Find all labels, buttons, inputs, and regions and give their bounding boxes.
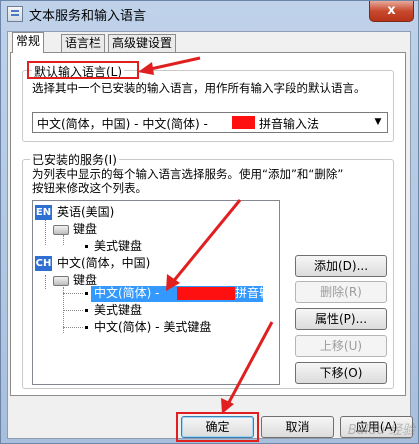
close-button[interactable]: x (369, 1, 414, 22)
tab-advanced-key-settings[interactable]: 高级键设置 (108, 34, 177, 52)
add-button[interactable]: 添加(D)... (295, 255, 387, 277)
keyboard-icon (53, 225, 69, 235)
redaction-mark (232, 116, 255, 129)
tab-language-bar[interactable]: 语言栏 (61, 34, 106, 52)
tree-item-label-suffix: 拼音输入法 (235, 286, 279, 300)
tree-item-label: 英语(美国) (57, 205, 115, 219)
chevron-down-icon[interactable]: ▼ (369, 113, 387, 132)
remove-button[interactable]: 删除(R) (295, 281, 387, 303)
properties-button[interactable]: 属性(P)... (295, 308, 387, 330)
tree-connector (63, 327, 83, 328)
redaction-mark (177, 287, 235, 300)
default-input-description: 选择其中一个已安装的输入语言，用作所有输入字段的默认语言。 (32, 81, 366, 95)
bullet-icon (85, 326, 88, 329)
tree-connector (63, 310, 83, 311)
bullet-icon (85, 292, 88, 295)
bullet-icon (85, 245, 88, 248)
keyboard-icon (53, 276, 69, 286)
watermark: Baidu 经验 (347, 423, 415, 438)
tree-connector (45, 275, 46, 289)
tab-general[interactable]: 常规 (12, 32, 45, 53)
ch-language-icon: CH (35, 256, 52, 271)
selected-value-prefix: 中文(简体，中国) - 中文(简体) - (37, 117, 208, 131)
tree-connector (63, 293, 83, 294)
tree-item-label: 键盘 (73, 222, 98, 236)
bullet-icon (85, 309, 88, 312)
installed-services-tree[interactable]: EN 英语(美国) 键盘 美式键盘 CH 中文(简体，中国) 键盘 中文(简体)… (32, 200, 280, 385)
tree-item-label-prefix: 中文(简体) - (94, 286, 160, 300)
tree-item-label: 中文(简体) - 美式键盘 (94, 320, 212, 334)
en-language-icon: EN (35, 205, 52, 220)
tree-item-label: 美式键盘 (94, 239, 143, 253)
tree-connector (45, 219, 46, 245)
installed-services-description-line2: 按钮来修改这个列表。 (32, 181, 147, 195)
move-down-button[interactable]: 下移(O) (295, 362, 387, 384)
keyboard-app-icon (7, 6, 23, 22)
default-input-select[interactable]: 中文(简体，中国) - 中文(简体) - 拼音输入法 ▼ (32, 112, 388, 133)
default-input-select-value: 中文(简体，中国) - 中文(简体) - (37, 115, 208, 132)
annotation-box-ok (176, 412, 259, 442)
window-title: 文本服务和输入语言 (29, 9, 147, 24)
title-bar[interactable]: 文本服务和输入语言 x (1, 1, 418, 27)
cancel-button[interactable]: 取消 (261, 416, 334, 438)
tree-item-label: 美式键盘 (94, 303, 143, 317)
move-up-button[interactable]: 上移(U) (295, 335, 387, 357)
tree-item-label: 中文(简体，中国) (57, 256, 151, 270)
selected-value-suffix: 拼音输入法 (259, 117, 320, 131)
tree-connector (63, 235, 64, 245)
annotation-box-default-title (27, 61, 139, 79)
